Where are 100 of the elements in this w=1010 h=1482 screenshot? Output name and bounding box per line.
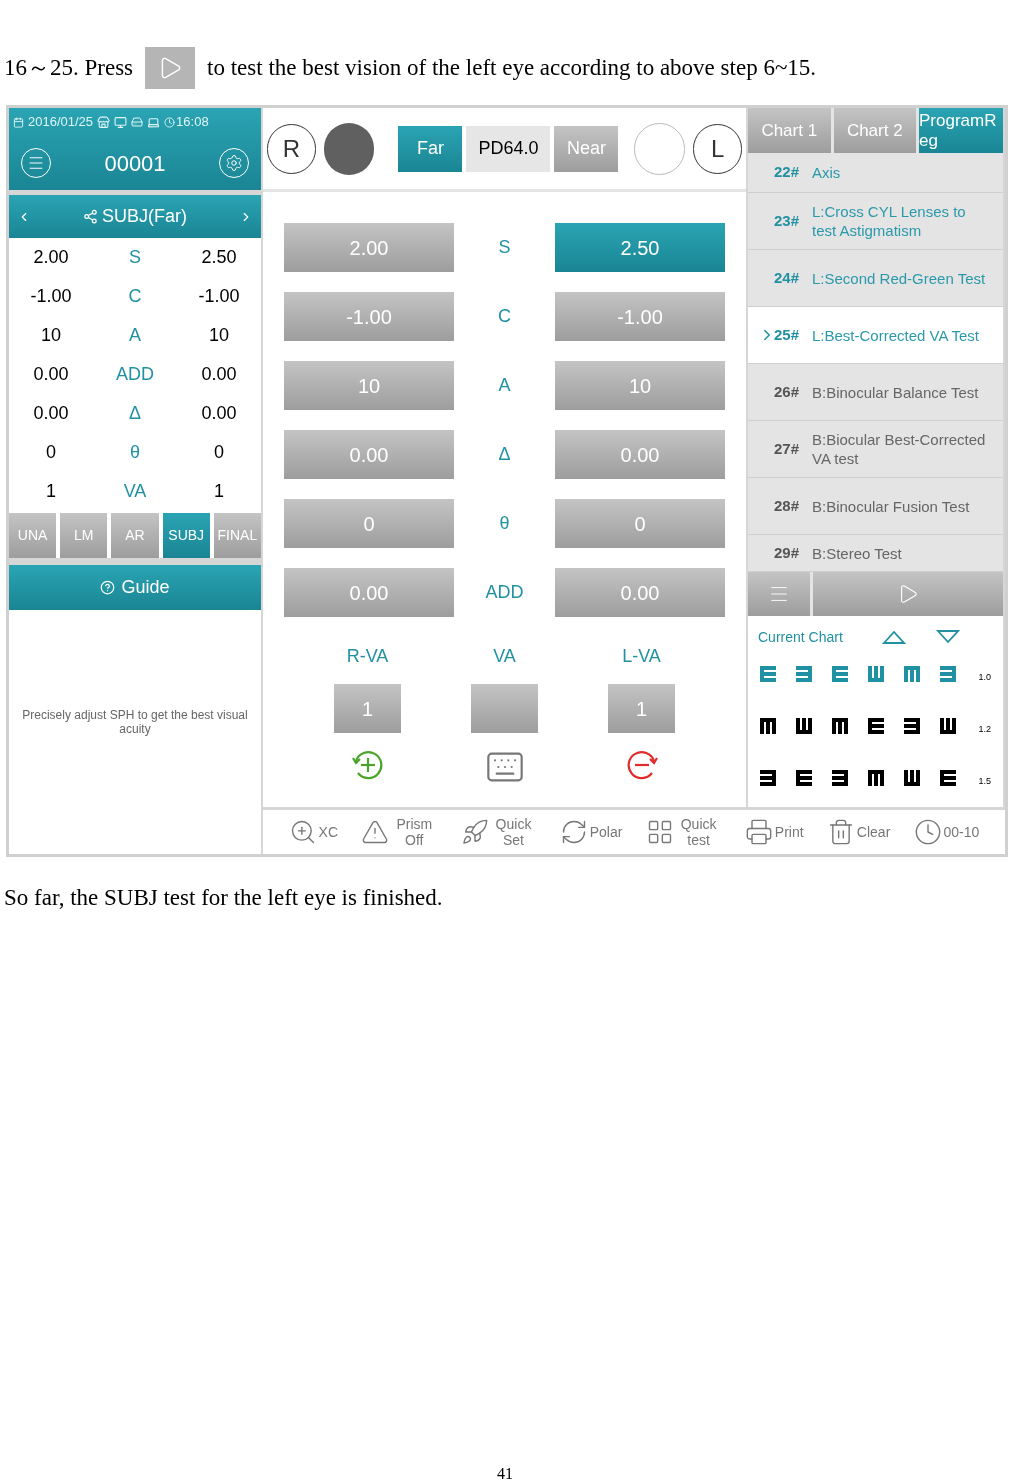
- toolbar-button[interactable]: XC: [288, 818, 339, 846]
- right-eye-value: 10: [40, 324, 62, 347]
- left-value-button[interactable]: -1.00: [555, 292, 725, 341]
- acuity-size: 1.2: [978, 723, 992, 737]
- stage-tab[interactable]: UNA: [9, 513, 57, 558]
- instruction-text: to test the best vision of the left eye according to above step 6~15.: [207, 53, 817, 82]
- step-name: B:Biocular Best-Corrected VA test: [812, 430, 987, 468]
- triangle-icon: [361, 818, 390, 846]
- monitor-icon: [114, 115, 128, 129]
- guide-text: Precisely adjust SPH to get the best visual acuity: [21, 708, 249, 736]
- parameter-label: θ: [129, 441, 141, 464]
- optotype-icon: [938, 716, 958, 736]
- down-triangle-icon[interactable]: [936, 630, 960, 644]
- printer-icon: [744, 818, 773, 846]
- optotype-icon: [758, 664, 778, 684]
- optotype-icon: [866, 716, 886, 736]
- status-time: 16:08: [176, 113, 209, 132]
- parameter-label: A: [128, 324, 142, 347]
- program-step[interactable]: 26# B:Binocular Balance Test: [748, 364, 1003, 421]
- right-value-button[interactable]: 0: [284, 499, 454, 548]
- instruction-text: 16～25. Press: [4, 53, 134, 82]
- status-date: 2016/01/25: [28, 113, 94, 132]
- chart-row[interactable]: 1.0: [758, 648, 993, 700]
- right-value-button[interactable]: -1.00: [284, 292, 454, 341]
- left-value-button[interactable]: 2.50: [555, 223, 725, 272]
- left-value-button[interactable]: 0.00: [555, 568, 725, 617]
- program-step[interactable]: 25# L:Best-Corrected VA Test: [748, 307, 1003, 364]
- program-step[interactable]: 28# B:Binocular Fusion Test: [748, 478, 1003, 535]
- parameter-label: Δ: [497, 443, 512, 466]
- left-eye-value: 1: [213, 480, 225, 503]
- right-value-button[interactable]: 10: [284, 361, 454, 410]
- optotype-icon: [902, 768, 922, 788]
- step-name: B:Binocular Fusion Test: [812, 496, 971, 516]
- program-step[interactable]: 27# B:Biocular Best-Corrected VA test: [748, 421, 1003, 478]
- parameter-label: S: [497, 236, 512, 259]
- clock-icon: [913, 818, 942, 846]
- stage-tab[interactable]: LM: [60, 513, 108, 558]
- share-icon: [83, 209, 98, 224]
- optotype-icon: [938, 664, 958, 684]
- optotype-icon: [758, 768, 778, 788]
- stage-tab[interactable]: FINAL: [213, 513, 261, 558]
- toolbar-button[interactable]: Prism Off: [361, 816, 438, 848]
- step-number: 28#: [774, 495, 801, 516]
- toolbar-button[interactable]: Print: [744, 818, 804, 846]
- parameter-label: C: [127, 285, 143, 308]
- left-value-button[interactable]: 10: [555, 361, 725, 410]
- va-label: L-VA: [622, 645, 661, 668]
- step-number: 23#: [774, 210, 801, 231]
- panel-tab[interactable]: Chart 1: [748, 108, 831, 153]
- acuity-size: 1.5: [978, 775, 992, 789]
- parameter-label: Δ: [128, 402, 142, 425]
- optotype-icon: [794, 716, 814, 736]
- optotype-icon: [866, 768, 886, 788]
- optotype-icon: [830, 716, 850, 736]
- toolbar-button[interactable]: Quick test: [645, 816, 722, 848]
- mode-title: SUBJ(Far): [102, 205, 187, 228]
- right-value-button[interactable]: 0.00: [284, 568, 454, 617]
- step-number: 22#: [774, 162, 801, 183]
- parameter-label: C: [497, 305, 512, 328]
- step-number: 25#: [774, 324, 801, 345]
- left-value-button[interactable]: 0.00: [555, 430, 725, 479]
- optotype-icon: [830, 768, 850, 788]
- toolbar-button[interactable]: Clear: [826, 818, 891, 846]
- chart-row[interactable]: 1.2: [758, 700, 993, 752]
- panel-tab[interactable]: Chart 2: [833, 108, 916, 153]
- stage-tab[interactable]: SUBJ: [162, 513, 210, 558]
- panel-tab[interactable]: ProgramReg: [919, 108, 1003, 153]
- right-eye-value: 0.00: [32, 363, 70, 386]
- step-name: L:Best-Corrected VA Test: [812, 325, 981, 345]
- left-eye-value: 10: [208, 324, 230, 347]
- step-name: L:Cross CYL Lenses to test Astigmatism: [812, 202, 967, 240]
- optotype-icon: [902, 716, 922, 736]
- parameter-label: S: [128, 246, 142, 269]
- step-name: B:Binocular Balance Test: [812, 382, 980, 402]
- step-name: L:Second Red-Green Test: [812, 268, 987, 288]
- parameter-label: ADD: [115, 363, 155, 386]
- up-triangle-icon[interactable]: [882, 630, 906, 644]
- va-label: R-VA: [346, 645, 389, 668]
- stage-tab[interactable]: AR: [111, 513, 159, 558]
- right-value-button[interactable]: 0.00: [284, 430, 454, 479]
- right-value-button[interactable]: 2.00: [284, 223, 454, 272]
- step-number: 27#: [774, 438, 801, 459]
- left-value-button[interactable]: 0: [555, 499, 725, 548]
- va-label: VA: [493, 645, 516, 668]
- help-icon: [100, 580, 116, 595]
- program-step[interactable]: 22# Axis: [748, 153, 1003, 193]
- right-eye-value: 2.00: [32, 246, 70, 269]
- distance-button[interactable]: Far: [398, 125, 463, 172]
- rocket-icon: [460, 818, 489, 846]
- va-value-button[interactable]: 1: [608, 684, 675, 733]
- page-number: 41: [497, 1464, 513, 1482]
- acuity-size: 1.0: [978, 671, 992, 685]
- play-button-icon: [145, 47, 196, 89]
- toolbar-button[interactable]: 00-10: [913, 818, 980, 846]
- distance-button[interactable]: Near: [554, 125, 619, 172]
- toolbar-button[interactable]: Quick Set: [460, 816, 537, 848]
- toolbar-button[interactable]: Polar: [559, 818, 623, 846]
- va-value-button[interactable]: 1: [334, 684, 401, 733]
- chart-row[interactable]: 1.5: [758, 752, 993, 804]
- laptop-icon: [147, 115, 161, 129]
